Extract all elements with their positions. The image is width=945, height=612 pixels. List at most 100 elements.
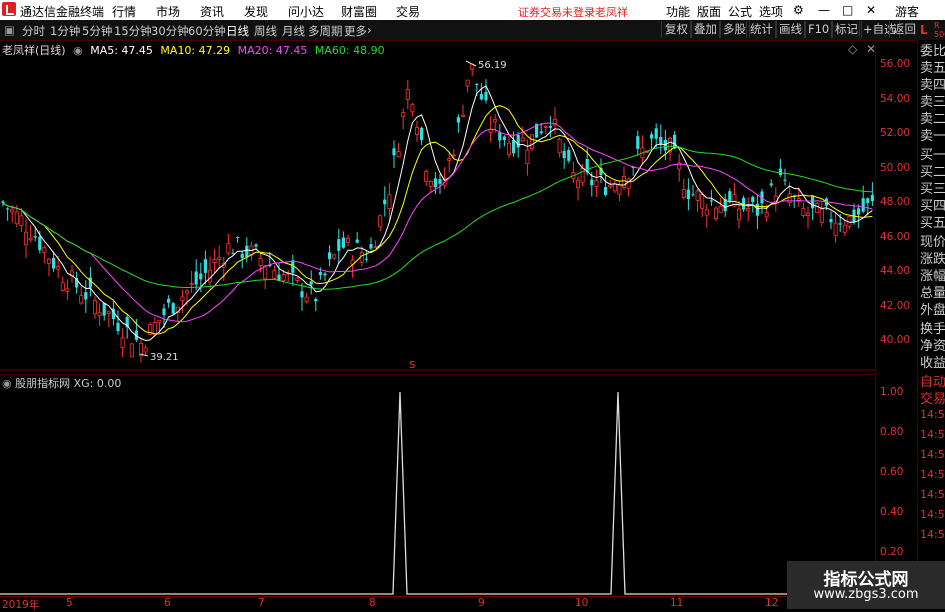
candle-body (520, 137, 525, 142)
candle-body (226, 243, 231, 254)
candle-body (493, 118, 498, 123)
indicator-settings-icon[interactable]: ◉ (2, 377, 12, 390)
legend-settings-icon[interactable]: ◉ (73, 44, 83, 57)
period-tab-multi[interactable]: 多周期 (308, 23, 343, 39)
candle-body (650, 134, 654, 139)
candle-body (433, 178, 437, 188)
chevron-right-icon[interactable]: › (367, 23, 372, 37)
candle-body (47, 258, 52, 264)
toggle-icon[interactable]: ▣ (4, 23, 15, 37)
candle-body (56, 265, 61, 270)
side-panel-item: 买五 (920, 216, 945, 231)
low-price-label: 39.21 (150, 352, 179, 363)
candle-body (548, 126, 552, 128)
zoom-in-icon[interactable]: ◇ (848, 42, 857, 56)
candle-body (152, 322, 157, 335)
x-tick: 5 (66, 597, 73, 609)
x-tick: 7 (258, 597, 265, 609)
stats-button[interactable]: 统计 (746, 21, 777, 38)
side-panel-item[interactable]: 交易 (920, 388, 945, 407)
menu-ask[interactable]: 问小达 (288, 3, 324, 20)
candle-body (281, 274, 286, 282)
level2-indicator[interactable]: L R500 (917, 20, 945, 40)
menu-function[interactable]: 功能 (666, 3, 690, 20)
menu-discover[interactable]: 发现 (244, 3, 268, 20)
candle-body (594, 180, 599, 187)
period-tab-15min[interactable]: 15分钟 (114, 23, 152, 39)
overlay-button[interactable]: 叠加 (690, 21, 721, 38)
adjust-button[interactable]: 复权 (661, 21, 692, 38)
candle-body (691, 194, 695, 196)
period-tab-60min[interactable]: 60分钟 (188, 23, 226, 39)
menu-formula[interactable]: 公式 (728, 3, 752, 20)
candle-body (465, 79, 470, 87)
menu-quotes[interactable]: 行情 (112, 3, 136, 20)
period-tab-daily[interactable]: 日线 (226, 23, 249, 39)
menu-layout[interactable]: 版面 (697, 3, 721, 20)
y-tick: 56.00 (880, 58, 911, 70)
y-tick: 1.00 (880, 386, 904, 398)
candle-body (783, 179, 787, 181)
candle-body (337, 239, 341, 251)
period-tab-1min[interactable]: 1分钟 (50, 23, 80, 39)
candle-body (438, 179, 442, 184)
close-panel-icon[interactable]: ✕ (866, 42, 876, 56)
watermark: 指标公式网 www.zbgs3.com (787, 561, 945, 609)
period-tab-monthly[interactable]: 月线 (282, 23, 305, 39)
candle-body (143, 347, 148, 353)
login-notice[interactable]: 证券交易未登录 (518, 4, 595, 20)
candle-body (811, 196, 815, 209)
candle-body (456, 117, 460, 123)
candle-body (93, 300, 98, 315)
candle-body (318, 272, 322, 276)
back-button[interactable]: 返回 (889, 21, 920, 38)
candle-body (60, 282, 65, 291)
period-tab-weekly[interactable]: 周线 (254, 23, 277, 39)
y-tick: 40.00 (880, 334, 911, 346)
menu-market[interactable]: 市场 (156, 3, 180, 20)
candle-body (751, 196, 755, 203)
draw-line-button[interactable]: 画线 (775, 21, 806, 38)
candle-body (447, 158, 452, 161)
close-icon[interactable]: ✕ (866, 3, 876, 17)
period-tab-intraday[interactable]: 分时 (22, 23, 45, 39)
candle-body (857, 208, 861, 215)
minimize-icon[interactable]: — (818, 3, 830, 17)
side-panel-item: 14:56 (920, 428, 945, 441)
period-tab-more[interactable]: 更多 (344, 23, 367, 39)
candle-body (833, 222, 838, 237)
settings-icon[interactable]: ⚙ (793, 3, 804, 17)
candle-body (387, 194, 392, 210)
candle-body (65, 288, 70, 292)
period-tab-5min[interactable]: 5分钟 (82, 23, 112, 39)
f10-button[interactable]: F10 (804, 21, 834, 38)
candle-body (364, 258, 368, 260)
candle-body (746, 207, 751, 212)
y-tick: 0.80 (880, 426, 904, 438)
menu-wealth[interactable]: 财富圈 (341, 3, 377, 20)
menu-news[interactable]: 资讯 (200, 3, 224, 20)
candle-body (617, 184, 622, 195)
candle-body (300, 291, 304, 298)
candlestick-chart[interactable]: 56.19 39.21 S (0, 41, 876, 371)
candle-body (355, 239, 359, 243)
mark-button[interactable]: 标记 (831, 21, 862, 38)
candle-body (378, 215, 383, 228)
maximize-icon[interactable]: □ (842, 3, 853, 17)
candle-body (167, 298, 171, 303)
guest-label[interactable]: 游客 (895, 3, 919, 20)
ma10-label: MA10: 47.29 (160, 44, 231, 57)
candle-body (1, 201, 5, 204)
candle-body (479, 93, 483, 100)
indicator-legend: ◉ 股朋指标网 XG: 0.00 (2, 375, 121, 391)
main-chart-legend: 老凤祥(日线) ◉ MA5: 47.45 MA10: 47.29 MA20: 4… (2, 42, 389, 58)
candle-body (718, 205, 723, 214)
menu-options[interactable]: 选项 (759, 3, 783, 20)
candle-body (345, 237, 350, 244)
indicator-chart[interactable] (0, 374, 876, 596)
candle-body (414, 127, 419, 135)
menu-trade[interactable]: 交易 (396, 3, 420, 20)
candle-body (245, 245, 249, 257)
y-tick: 42.00 (880, 300, 911, 312)
period-tab-30min[interactable]: 30分钟 (151, 23, 189, 39)
